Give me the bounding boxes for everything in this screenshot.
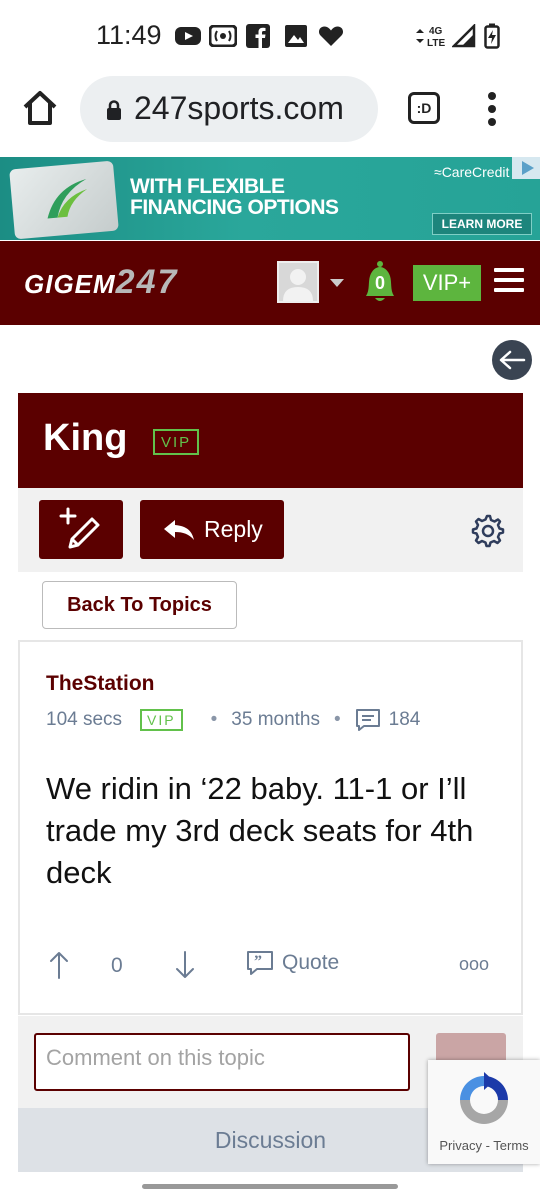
reply-button[interactable]: Reply [140, 500, 284, 559]
upvote-button[interactable] [48, 950, 70, 980]
home-button[interactable] [20, 88, 60, 128]
meta-separator: • [210, 709, 218, 730]
member-duration: 35 months [231, 709, 321, 730]
status-time: 11:49 [96, 20, 162, 50]
recaptcha-badge[interactable]: Privacy - Terms [428, 1060, 540, 1164]
back-to-topics-button[interactable]: Back To Topics [42, 581, 237, 629]
ad-learn-more-button[interactable]: LEARN MORE [432, 213, 532, 235]
quote-button[interactable]: ” Quote [246, 950, 339, 976]
adchoices-icon[interactable] [512, 157, 540, 179]
more-vert-icon [488, 92, 496, 126]
gesture-handle[interactable] [142, 1184, 398, 1189]
post-count: 184 [388, 709, 421, 730]
ad-banner[interactable]: WITH FLEXIBLE FINANCING OPTIONS ≈CareCre… [0, 157, 540, 240]
board-action-row: Reply [18, 488, 523, 572]
settings-button[interactable] [469, 512, 505, 548]
ad-headline: WITH FLEXIBLE FINANCING OPTIONS [130, 176, 339, 218]
user-silhouette-icon [283, 269, 313, 301]
ad-brand-swoosh-icon: ≈ [434, 164, 442, 180]
youtube-icon [174, 24, 202, 48]
image-icon [282, 24, 310, 48]
heart-icon [317, 24, 345, 48]
notification-count: 0 [374, 273, 385, 293]
lock-icon [107, 100, 121, 120]
ad-brand: ≈CareCredit [434, 164, 509, 180]
vip-badge: VIP [140, 709, 183, 731]
post-time: 104 secs [46, 709, 123, 730]
downvote-button[interactable] [174, 950, 196, 980]
meta-separator: • [334, 709, 341, 730]
ad-headline-line1: WITH FLEXIBLE [130, 175, 285, 198]
data-arrows-icon: 4G LTE [416, 24, 450, 49]
site-logo[interactable]: GIGEM247 [24, 263, 178, 302]
quote-label: Quote [282, 951, 340, 974]
recaptcha-icon [460, 1072, 508, 1124]
home-icon [23, 91, 57, 125]
post-body: We ridin in ‘22 baby. 11-1 or I’ll trade… [46, 771, 474, 890]
reply-arrow-icon [164, 519, 194, 540]
hamburger-menu-icon[interactable] [494, 268, 524, 294]
post-meta: 104 secs VIP • 35 months • 184 [46, 708, 420, 732]
credit-card-graphic [9, 160, 119, 240]
gear-icon [471, 514, 505, 548]
vip-badge: VIP [153, 429, 200, 455]
svg-text:”: ” [254, 953, 262, 970]
back-arrow-button[interactable] [492, 340, 532, 380]
avatar[interactable] [277, 261, 319, 303]
new-topic-button[interactable] [39, 500, 123, 559]
arrow-down-icon [176, 951, 194, 978]
system-nav-bar [0, 1172, 540, 1200]
more-options-button[interactable]: ooo [459, 954, 489, 975]
status-bar: 11:49 4G LTE [0, 0, 540, 72]
reply-label: Reply [204, 516, 263, 542]
ad-brand-name: CareCredit [441, 164, 510, 180]
vip-plus-button[interactable]: VIP+ [413, 265, 481, 301]
vote-count: 0 [111, 954, 123, 977]
post-author[interactable]: TheStation [46, 672, 155, 696]
swoosh-logo-icon [47, 178, 88, 219]
signal-icon [450, 24, 478, 48]
post-card: TheStation 104 secs VIP • 35 months • 18… [18, 640, 523, 1015]
arrow-left-icon [499, 350, 526, 370]
browser-menu-button[interactable] [486, 92, 498, 126]
new-post-pencil-icon [59, 507, 100, 548]
address-bar[interactable]: 247sports.com [80, 76, 378, 142]
chevron-down-icon[interactable] [330, 279, 344, 287]
site-header: GIGEM247 0 VIP+ [0, 241, 540, 325]
terms-link[interactable]: Terms [493, 1138, 528, 1153]
svg-text:4G: 4G [429, 26, 443, 37]
logo-number: 247 [115, 263, 179, 301]
privacy-link[interactable]: Privacy [439, 1138, 482, 1153]
recaptcha-links: Privacy - Terms [428, 1138, 540, 1153]
logo-text: GIGEM [24, 269, 116, 299]
link-separator: - [481, 1138, 494, 1153]
quote-icon: ” [247, 951, 273, 975]
radio-icon [209, 24, 237, 48]
comments-icon [355, 709, 380, 731]
tab-switcher-button[interactable]: :D [408, 92, 440, 124]
svg-text:LTE: LTE [427, 38, 445, 49]
board-title-bar: King VIP [18, 393, 523, 488]
ad-headline-line2: FINANCING OPTIONS [130, 196, 339, 219]
browser-toolbar: 247sports.com :D [0, 72, 540, 156]
battery-charging-icon [482, 23, 502, 49]
comment-input[interactable]: Comment on this topic [34, 1033, 410, 1091]
url-text: 247sports.com [134, 90, 344, 126]
facebook-icon [244, 24, 272, 48]
post-actions: 0 ” Quote ooo [46, 950, 506, 984]
board-title: King [43, 417, 128, 459]
notifications-button[interactable]: 0 [361, 260, 399, 304]
arrow-up-icon [50, 952, 68, 979]
